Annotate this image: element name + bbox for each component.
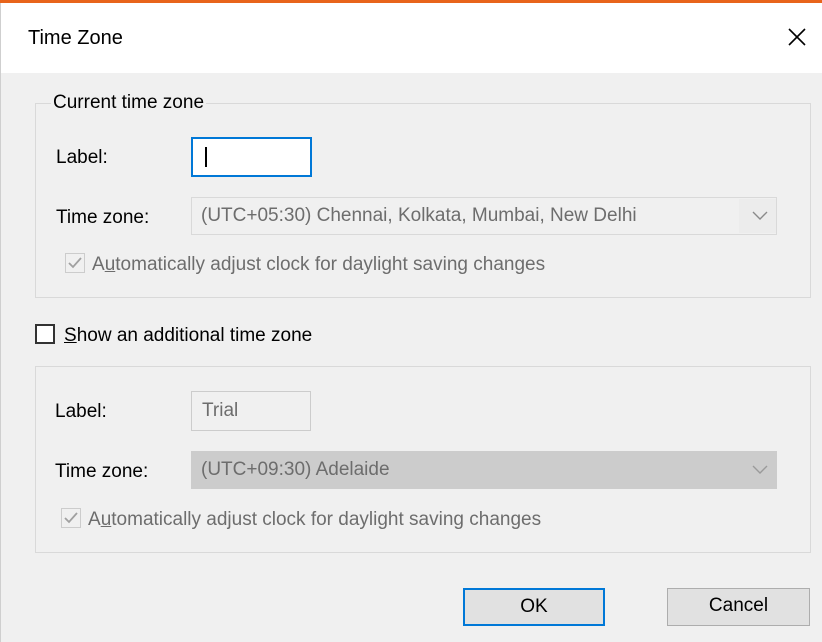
current-label-caption: Label:	[56, 147, 108, 168]
additional-time-zone-value: (UTC+09:30) Adelaide	[201, 459, 390, 480]
additional-dst-label: Automatically adjust clock for daylight …	[88, 509, 542, 530]
current-dst-label: Automatically adjust clock for daylight …	[92, 254, 546, 275]
additional-zone-toggle-label[interactable]: Show an additional time zone	[64, 325, 312, 347]
additional-zone-checkbox[interactable]	[35, 324, 55, 344]
current-label-input[interactable]	[191, 137, 312, 177]
additional-zone-caption: Time zone:	[55, 461, 149, 482]
current-zone-caption: Time zone:	[56, 207, 150, 228]
close-icon[interactable]	[783, 23, 811, 51]
current-time-zone-select[interactable]: (UTC+05:30) Chennai, Kolkata, Mumbai, Ne…	[191, 197, 777, 235]
chevron-down-icon	[752, 211, 768, 220]
additional-label-input[interactable]: Trial	[191, 391, 311, 431]
current-time-zone-legend: Current time zone	[51, 92, 207, 114]
additional-label-value: Trial	[202, 400, 239, 421]
additional-label-caption: Label:	[55, 401, 107, 422]
checkmark-icon	[64, 512, 78, 524]
checkmark-icon	[68, 257, 82, 269]
text-caret	[205, 147, 207, 167]
title-bar: Time Zone	[1, 3, 822, 73]
current-time-zone-value: (UTC+05:30) Chennai, Kolkata, Mumbai, Ne…	[201, 205, 637, 226]
chevron-down-icon	[752, 465, 768, 474]
ok-button[interactable]: OK	[463, 588, 605, 626]
cancel-button[interactable]: Cancel	[667, 588, 810, 626]
current-dst-checkbox[interactable]	[65, 253, 85, 273]
dialog-title: Time Zone	[28, 27, 123, 49]
additional-dst-checkbox[interactable]	[61, 508, 81, 528]
time-zone-dialog: Time Zone Current time zone Label: Time …	[0, 3, 822, 642]
additional-time-zone-select[interactable]: (UTC+09:30) Adelaide	[191, 451, 777, 489]
